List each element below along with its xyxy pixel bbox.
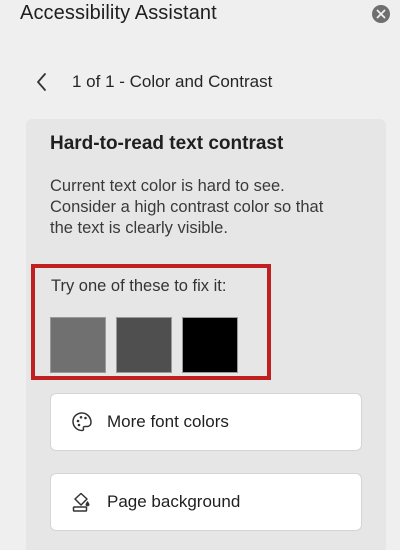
- fix-prompt: Try one of these to fix it:: [51, 277, 227, 295]
- breadcrumb: 1 of 1 - Color and Contrast: [72, 72, 273, 91]
- color-swatch-gray[interactable]: [50, 317, 106, 373]
- pane-title: Accessibility Assistant: [20, 2, 217, 24]
- issue-description: Current text color is hard to see. Consi…: [50, 177, 324, 237]
- navigation-row: 1 of 1 - Color and Contrast: [32, 68, 272, 96]
- back-button[interactable]: [32, 68, 52, 96]
- fix-suggestions-highlight: Try one of these to fix it:: [31, 264, 271, 380]
- color-swatch-dark-gray[interactable]: [116, 317, 172, 373]
- color-swatch-black[interactable]: [182, 317, 238, 373]
- close-circle-icon: [376, 9, 386, 19]
- page-background-label: Page background: [107, 492, 241, 511]
- close-button[interactable]: [372, 5, 390, 23]
- issue-card: Hard-to-read text contrast Current text …: [26, 119, 386, 550]
- chevron-left-icon: [37, 73, 46, 91]
- paint-bucket-icon: [69, 489, 95, 515]
- issue-title: Hard-to-read text contrast: [50, 133, 284, 154]
- more-font-colors-label: More font colors: [107, 412, 229, 431]
- palette-icon: [69, 409, 95, 435]
- page-background-button[interactable]: Page background: [50, 473, 362, 531]
- more-font-colors-button[interactable]: More font colors: [50, 393, 362, 451]
